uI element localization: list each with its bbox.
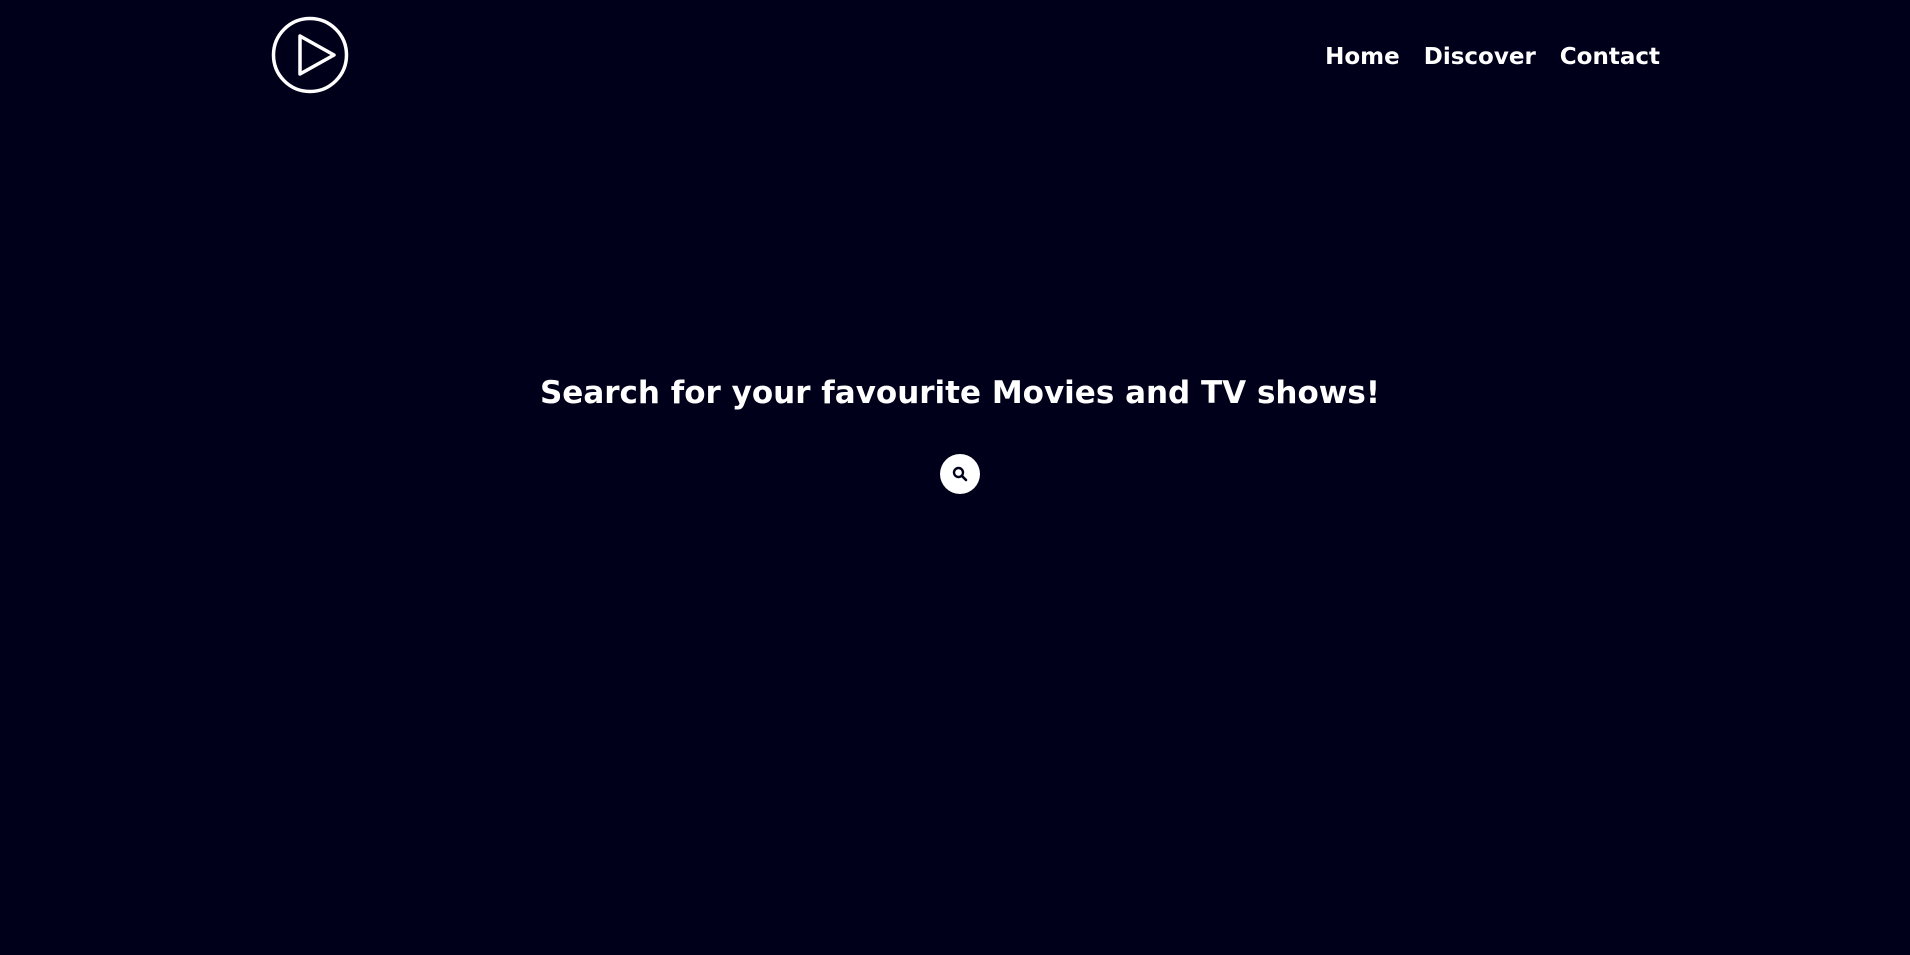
search-button[interactable]: [940, 454, 980, 494]
search-icon: [952, 466, 968, 482]
hero-title: Search for your favourite Movies and TV …: [539, 375, 1381, 411]
nav-home-link[interactable]: Home: [1325, 40, 1400, 74]
page: Home Discover Contact Search for your fa…: [0, 0, 1910, 955]
main-nav: Home Discover Contact: [1325, 40, 1660, 74]
logo-link[interactable]: [271, 16, 349, 94]
nav-discover-link[interactable]: Discover: [1424, 40, 1536, 74]
play-circle-icon: [271, 16, 349, 94]
nav-contact-link[interactable]: Contact: [1560, 40, 1660, 74]
site-header: Home Discover Contact: [0, 0, 1910, 110]
